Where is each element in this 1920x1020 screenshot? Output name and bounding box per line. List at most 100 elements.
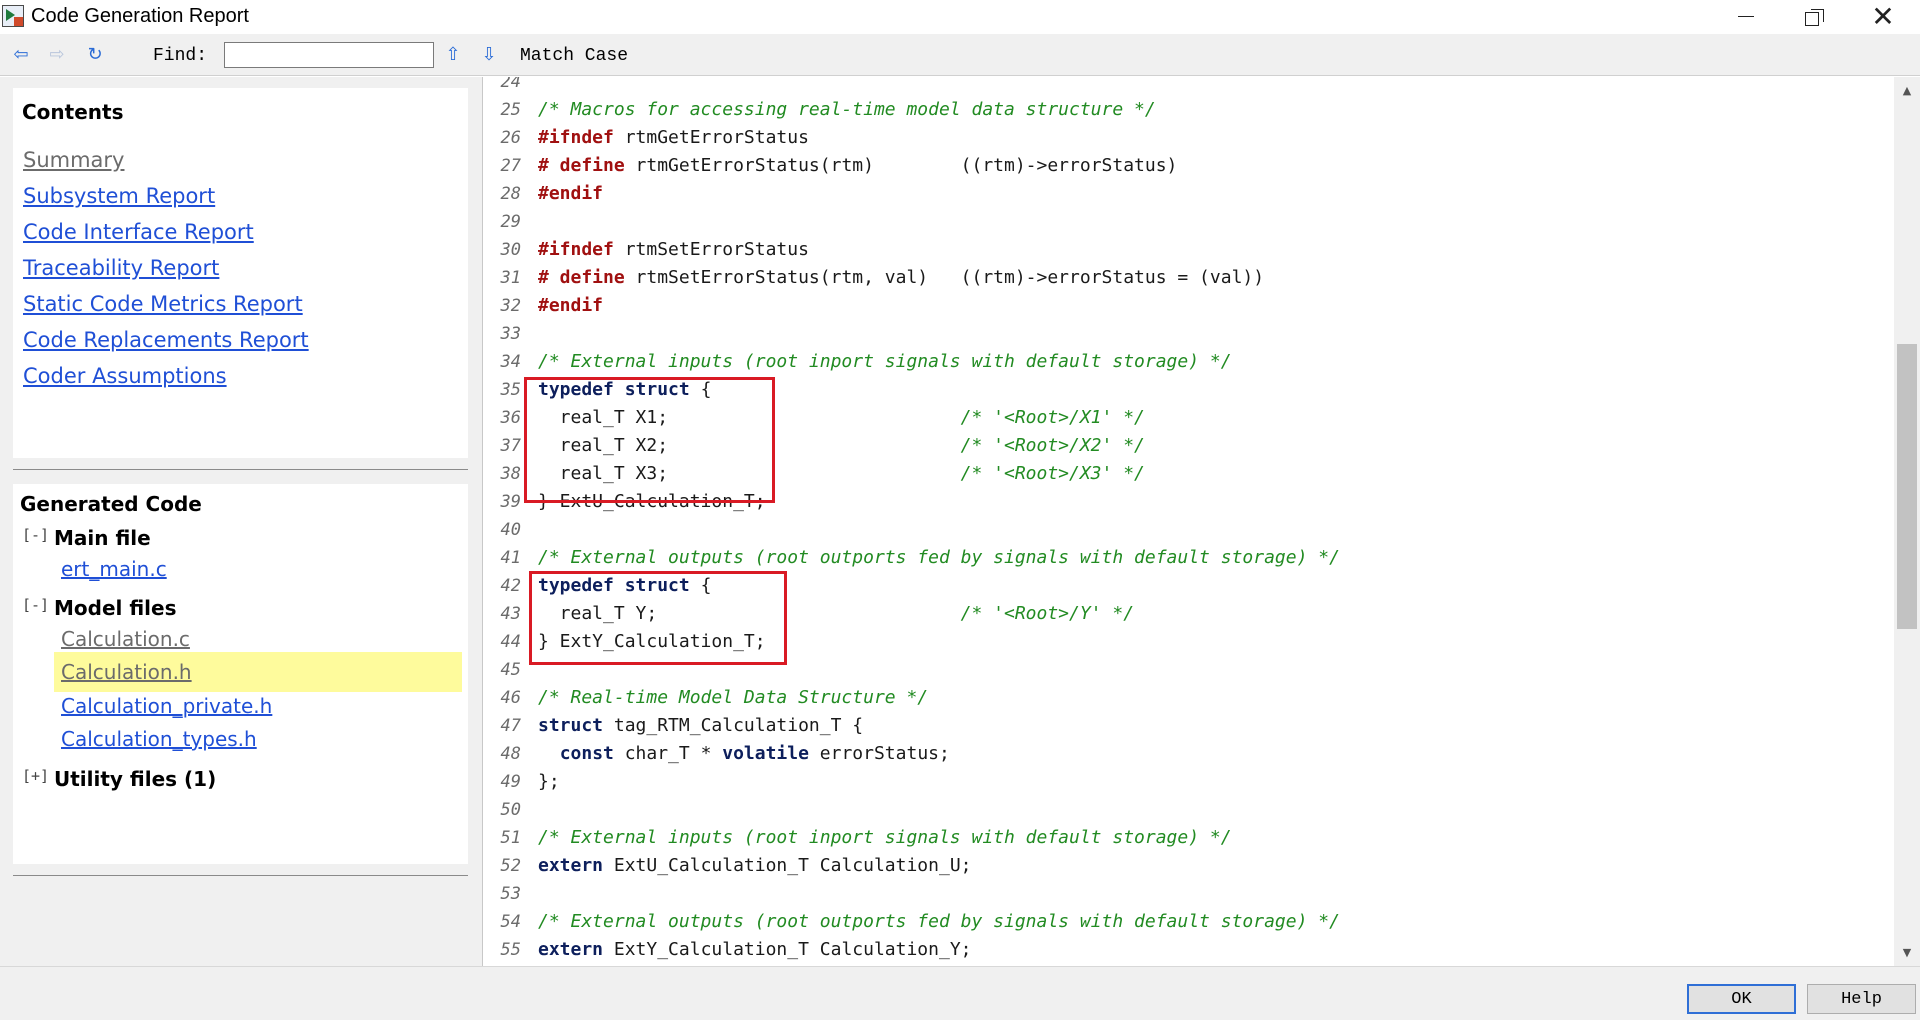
line-number: 27 bbox=[500, 156, 521, 176]
line-number: 55 bbox=[500, 940, 521, 960]
line-number: 42 bbox=[500, 576, 521, 596]
scroll-down-icon[interactable]: ▼ bbox=[1894, 943, 1920, 963]
code-line: 54 /* External outputs (root outports fed… bbox=[483, 908, 1894, 936]
code-line: 52 extern ExtU_Calculation_T Calculation_… bbox=[483, 852, 1894, 880]
code-replacements-report-link[interactable]: Code Replacements Report bbox=[23, 328, 309, 352]
code-text: /* Macros for accessing real-time model … bbox=[538, 99, 1156, 120]
code-interface-report-link[interactable]: Code Interface Report bbox=[23, 220, 254, 244]
line-number: 50 bbox=[500, 800, 521, 820]
line-number: 46 bbox=[500, 688, 521, 708]
scroll-up-icon[interactable]: ▲ bbox=[1894, 81, 1920, 101]
back-arrow-icon[interactable]: ⇦ bbox=[10, 44, 32, 66]
code-line: 28 #endif bbox=[483, 180, 1894, 208]
minimize-button[interactable] bbox=[1716, 0, 1776, 33]
file-link-calculation-c[interactable]: Calculation.c bbox=[61, 627, 190, 651]
maximize-button[interactable] bbox=[1784, 0, 1844, 33]
line-number: 39 bbox=[500, 492, 521, 512]
code-text: #endif bbox=[538, 183, 604, 204]
line-number: 37 bbox=[500, 436, 521, 456]
app-icon bbox=[2, 5, 24, 27]
scroll-thumb[interactable] bbox=[1897, 344, 1917, 629]
code-line: 51 /* External inputs (root inport signal… bbox=[483, 824, 1894, 852]
ok-button[interactable]: OK bbox=[1687, 984, 1796, 1014]
help-button[interactable]: Help bbox=[1807, 984, 1916, 1014]
line-number: 32 bbox=[500, 296, 521, 316]
line-number: 47 bbox=[500, 716, 521, 736]
navigation-pane: Contents Summary Subsystem Report Code I… bbox=[0, 77, 482, 966]
annotation-box-outputs bbox=[529, 571, 787, 665]
line-number: 45 bbox=[500, 660, 521, 680]
model-files-collapse-toggle[interactable]: [-] bbox=[22, 596, 49, 614]
find-next-icon[interactable]: ⇩ bbox=[478, 44, 500, 66]
line-number: 24 bbox=[500, 77, 521, 92]
code-line: 34 /* External inputs (root inport signal… bbox=[483, 348, 1894, 376]
code-line: 24 bbox=[483, 77, 1894, 96]
code-line: 31 # define rtmSetErrorStatus(rtm, val) (… bbox=[483, 264, 1894, 292]
code-text: struct tag_RTM_Calculation_T { bbox=[538, 715, 864, 736]
contents-section: Contents Summary Subsystem Report Code I… bbox=[13, 88, 468, 458]
code-text: #endif bbox=[538, 295, 604, 316]
section-divider bbox=[13, 875, 468, 876]
code-line: 50 bbox=[483, 796, 1894, 824]
generated-code-heading: Generated Code bbox=[20, 492, 202, 516]
annotation-box-inputs bbox=[524, 377, 775, 503]
code-line: 46 /* Real-time Model Data Structure */ bbox=[483, 684, 1894, 712]
contents-heading: Contents bbox=[22, 100, 124, 124]
code-text: /* External inputs (root inport signals … bbox=[538, 827, 1232, 848]
main-file-collapse-toggle[interactable]: [-] bbox=[22, 526, 49, 544]
code-text: /* External inputs (root inport signals … bbox=[538, 351, 1232, 372]
code-text: /* Real-time Model Data Structure */ bbox=[538, 687, 929, 708]
line-number: 36 bbox=[500, 408, 521, 428]
find-input[interactable] bbox=[224, 42, 434, 68]
generated-code-section: Generated Code [-] Main file ert_main.c … bbox=[13, 484, 468, 864]
find-label: Find: bbox=[153, 46, 208, 66]
line-number: 31 bbox=[500, 268, 521, 288]
code-text: /* External outputs (root outports fed b… bbox=[538, 547, 1340, 568]
code-text: # define rtmGetErrorStatus(rtm) ((rtm)->… bbox=[538, 155, 1178, 176]
subsystem-report-link[interactable]: Subsystem Report bbox=[23, 184, 215, 208]
vertical-scrollbar[interactable]: ▲ ▼ bbox=[1894, 77, 1920, 966]
file-link-calculation-types-h[interactable]: Calculation_types.h bbox=[61, 727, 257, 751]
line-number: 51 bbox=[500, 828, 521, 848]
line-number: 53 bbox=[500, 884, 521, 904]
file-link-ert-main-c[interactable]: ert_main.c bbox=[61, 557, 167, 581]
line-number: 25 bbox=[500, 100, 521, 120]
forward-arrow-icon[interactable]: ⇨ bbox=[46, 44, 68, 66]
code-line: 29 bbox=[483, 208, 1894, 236]
find-previous-icon[interactable]: ⇧ bbox=[442, 44, 464, 66]
refresh-icon[interactable]: ↻ bbox=[84, 44, 106, 66]
line-number: 44 bbox=[500, 632, 521, 652]
summary-link[interactable]: Summary bbox=[23, 148, 124, 172]
line-number: 54 bbox=[500, 912, 521, 932]
utility-files-expand-toggle[interactable]: [+] bbox=[22, 767, 49, 785]
line-number: 28 bbox=[500, 184, 521, 204]
code-text: }; bbox=[538, 771, 560, 792]
file-link-calculation-private-h[interactable]: Calculation_private.h bbox=[61, 694, 272, 718]
close-button[interactable]: ✕ bbox=[1853, 0, 1913, 33]
file-link-calculation-h[interactable]: Calculation.h bbox=[61, 660, 192, 684]
model-files-heading: Model files bbox=[54, 596, 177, 620]
code-line: 26 #ifndef rtmGetErrorStatus bbox=[483, 124, 1894, 152]
match-case-toggle[interactable]: Match Case bbox=[520, 46, 628, 66]
static-code-metrics-report-link[interactable]: Static Code Metrics Report bbox=[23, 292, 303, 316]
window-title: Code Generation Report bbox=[31, 5, 249, 27]
line-number: 49 bbox=[500, 772, 521, 792]
code-line: 48 const char_T * volatile errorStatus; bbox=[483, 740, 1894, 768]
code-view[interactable]: 55 extern ExtY_Calculation_T Calculation_… bbox=[482, 77, 1894, 966]
line-number: 26 bbox=[500, 128, 521, 148]
code-line: 40 bbox=[483, 516, 1894, 544]
traceability-report-link[interactable]: Traceability Report bbox=[23, 256, 219, 280]
coder-assumptions-link[interactable]: Coder Assumptions bbox=[23, 364, 227, 388]
code-text: #ifndef rtmSetErrorStatus bbox=[538, 239, 809, 260]
line-number: 38 bbox=[500, 464, 521, 484]
line-number: 41 bbox=[500, 548, 521, 568]
code-line: 30 #ifndef rtmSetErrorStatus bbox=[483, 236, 1894, 264]
code-text: extern ExtU_Calculation_T Calculation_U; bbox=[538, 855, 972, 876]
code-line: 53 bbox=[483, 880, 1894, 908]
line-number: 40 bbox=[500, 520, 521, 540]
line-number: 30 bbox=[500, 240, 521, 260]
line-number: 48 bbox=[500, 744, 521, 764]
line-number: 35 bbox=[500, 380, 521, 400]
code-line: 27 # define rtmGetErrorStatus(rtm) ((rtm)… bbox=[483, 152, 1894, 180]
dialog-button-bar: OK Help bbox=[0, 966, 1920, 1020]
